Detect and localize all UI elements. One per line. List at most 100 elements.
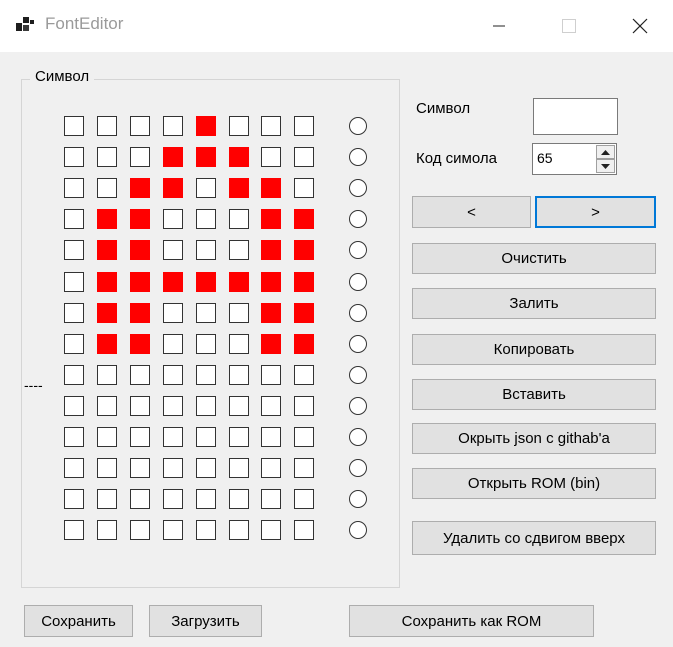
pixel-cell[interactable] — [64, 458, 84, 479]
pixel-cell[interactable] — [294, 489, 315, 510]
pixel-cell[interactable] — [261, 147, 282, 168]
pixel-cell[interactable] — [261, 209, 282, 230]
pixel-cell[interactable] — [129, 271, 150, 292]
pixel-cell[interactable] — [162, 147, 183, 168]
pixel-cell[interactable] — [228, 240, 249, 261]
pixel-cell[interactable] — [228, 302, 249, 323]
pixel-cell[interactable] — [129, 395, 150, 416]
pixel-cell[interactable] — [195, 489, 216, 510]
pixel-cell[interactable] — [294, 147, 315, 168]
pixel-cell[interactable] — [162, 333, 183, 354]
pixel-cell[interactable] — [129, 302, 150, 323]
code-numeric-input[interactable]: 65 — [532, 143, 617, 175]
pixel-cell[interactable] — [261, 116, 282, 136]
pixel-cell[interactable] — [96, 489, 117, 510]
maximize-button[interactable] — [546, 0, 592, 52]
pixel-cell[interactable] — [162, 240, 183, 261]
row-radio[interactable] — [349, 148, 367, 167]
pixel-cell[interactable] — [64, 302, 84, 323]
pixel-cell[interactable] — [195, 116, 216, 136]
pixel-cell[interactable] — [228, 364, 249, 385]
open-json-button[interactable]: Окрыть json с githab'a — [412, 423, 656, 454]
row-radio[interactable] — [349, 334, 367, 353]
pixel-cell[interactable] — [129, 364, 150, 385]
pixel-cell[interactable] — [294, 178, 315, 199]
pixel-cell[interactable] — [195, 209, 216, 230]
pixel-cell[interactable] — [64, 147, 84, 168]
row-radio[interactable] — [349, 117, 367, 135]
pixel-cell[interactable] — [96, 302, 117, 323]
row-radio[interactable] — [349, 459, 367, 478]
pixel-cell[interactable] — [228, 489, 249, 510]
pixel-cell[interactable] — [129, 147, 150, 168]
pixel-cell[interactable] — [96, 395, 117, 416]
pixel-cell[interactable] — [261, 395, 282, 416]
pixel-cell[interactable] — [228, 116, 249, 136]
pixel-cell[interactable] — [96, 178, 117, 199]
pixel-cell[interactable] — [195, 364, 216, 385]
pixel-cell[interactable] — [129, 209, 150, 230]
pixel-cell[interactable] — [96, 209, 117, 230]
pixel-cell[interactable] — [195, 271, 216, 292]
symbol-input[interactable] — [533, 98, 618, 135]
pixel-cell[interactable] — [64, 427, 84, 447]
pixel-cell[interactable] — [294, 240, 315, 261]
pixel-cell[interactable] — [64, 520, 84, 541]
pixel-cell[interactable] — [162, 489, 183, 510]
pixel-cell[interactable] — [294, 427, 315, 447]
pixel-cell[interactable] — [162, 116, 183, 136]
pixel-cell[interactable] — [294, 209, 315, 230]
pixel-cell[interactable] — [162, 458, 183, 479]
row-radio[interactable] — [349, 396, 367, 415]
pixel-cell[interactable] — [261, 364, 282, 385]
load-button[interactable]: Загрузить — [149, 605, 262, 637]
pixel-cell[interactable] — [294, 364, 315, 385]
pixel-cell[interactable] — [64, 240, 84, 261]
save-button[interactable]: Сохранить — [24, 605, 133, 637]
pixel-cell[interactable] — [195, 302, 216, 323]
pixel-cell[interactable] — [129, 333, 150, 354]
pixel-cell[interactable] — [162, 209, 183, 230]
pixel-cell[interactable] — [294, 302, 315, 323]
pixel-cell[interactable] — [64, 333, 84, 354]
pixel-cell[interactable] — [96, 240, 117, 261]
pixel-cell[interactable] — [261, 302, 282, 323]
pixel-cell[interactable] — [228, 458, 249, 479]
pixel-cell[interactable] — [228, 209, 249, 230]
open-rom-button[interactable]: Открыть ROM (bin) — [412, 468, 656, 499]
pixel-cell[interactable] — [162, 178, 183, 199]
pixel-cell[interactable] — [294, 395, 315, 416]
pixel-cell[interactable] — [162, 302, 183, 323]
pixel-cell[interactable] — [228, 333, 249, 354]
pixel-cell[interactable] — [261, 520, 282, 541]
pixel-cell[interactable] — [195, 520, 216, 541]
next-button[interactable]: > — [535, 196, 656, 228]
pixel-cell[interactable] — [64, 271, 84, 292]
pixel-cell[interactable] — [162, 520, 183, 541]
prev-button[interactable]: < — [412, 196, 531, 228]
row-radio[interactable] — [349, 428, 367, 446]
pixel-cell[interactable] — [228, 178, 249, 199]
pixel-cell[interactable] — [64, 178, 84, 199]
pixel-cell[interactable] — [228, 271, 249, 292]
pixel-cell[interactable] — [195, 333, 216, 354]
pixel-cell[interactable] — [96, 520, 117, 541]
pixel-cell[interactable] — [96, 364, 117, 385]
pixel-cell[interactable] — [261, 178, 282, 199]
pixel-cell[interactable] — [294, 458, 315, 479]
paste-button[interactable]: Вставить — [412, 379, 656, 410]
pixel-cell[interactable] — [96, 458, 117, 479]
pixel-cell[interactable] — [195, 178, 216, 199]
pixel-cell[interactable] — [228, 395, 249, 416]
pixel-cell[interactable] — [162, 395, 183, 416]
pixel-cell[interactable] — [129, 116, 150, 136]
pixel-cell[interactable] — [228, 520, 249, 541]
pixel-cell[interactable] — [261, 489, 282, 510]
pixel-cell[interactable] — [129, 489, 150, 510]
pixel-cell[interactable] — [228, 147, 249, 168]
pixel-cell[interactable] — [96, 116, 117, 136]
pixel-cell[interactable] — [129, 427, 150, 447]
copy-button[interactable]: Копировать — [412, 334, 656, 365]
pixel-cell[interactable] — [64, 209, 84, 230]
pixel-cell[interactable] — [96, 271, 117, 292]
